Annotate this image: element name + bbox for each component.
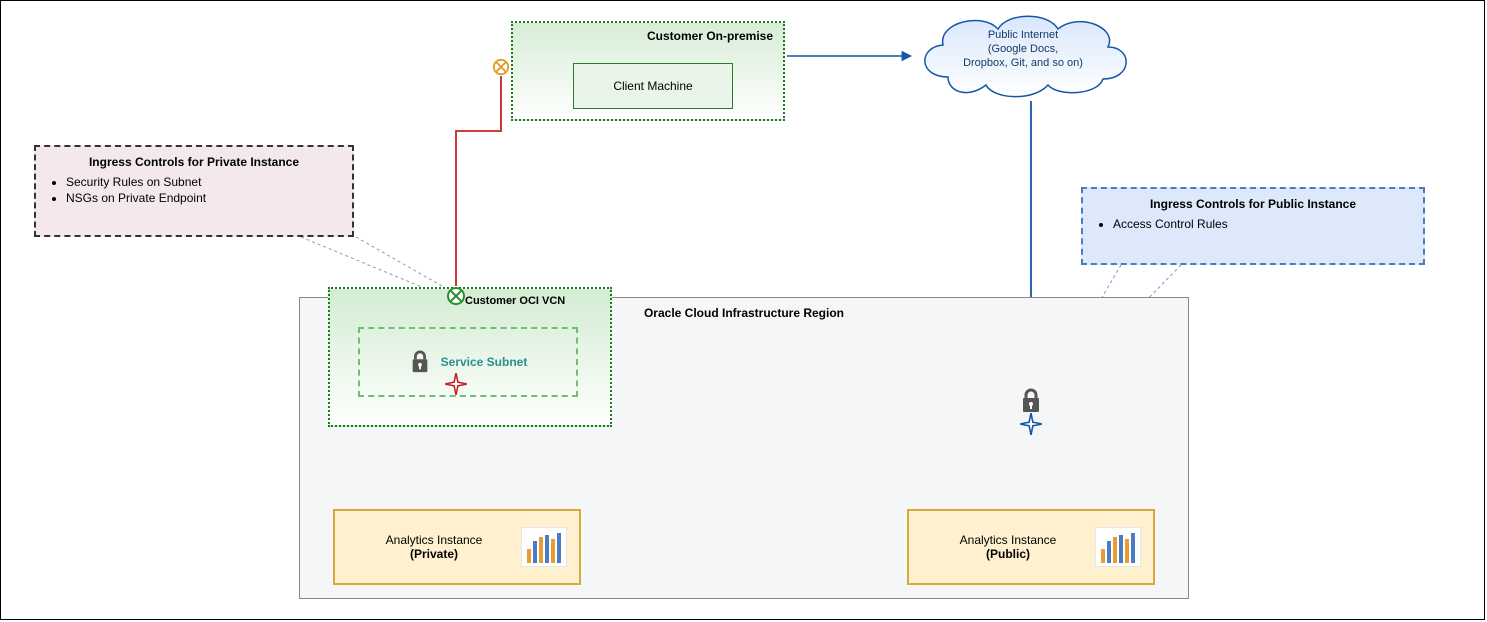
cloud-line3: Dropbox, Git, and so on) <box>908 57 1138 71</box>
customer-vcn-box: Customer OCI VCN Service Subnet <box>328 287 612 427</box>
client-machine-box: Client Machine <box>573 63 733 109</box>
client-machine-label: Client Machine <box>613 79 692 93</box>
public-internet-cloud: Public Internet (Google Docs, Dropbox, G… <box>908 7 1138 102</box>
ingress-public-item1: Access Control Rules <box>1113 217 1411 231</box>
public-lock-icon <box>1019 387 1043 415</box>
customer-on-premise-title: Customer On-premise <box>513 29 773 43</box>
security-rule-node-icon <box>446 286 466 306</box>
analytics-private-line2: (Private) <box>347 547 521 561</box>
public-ingress-star-icon <box>1020 413 1042 435</box>
ingress-private-title: Ingress Controls for Private Instance <box>48 155 340 169</box>
line-private-upper <box>456 76 501 286</box>
analytics-private-card: Analytics Instance (Private) <box>333 509 581 585</box>
analytics-public-line2: (Public) <box>921 547 1095 561</box>
customer-vcn-title: Customer OCI VCN <box>465 295 565 307</box>
customer-on-premise-box: Customer On-premise Client Machine <box>511 21 785 121</box>
ingress-private-item2: NSGs on Private Endpoint <box>66 191 340 205</box>
private-ingress-star-icon <box>445 373 467 395</box>
ingress-private-box: Ingress Controls for Private Instance Se… <box>34 145 354 237</box>
service-subnet-box: Service Subnet <box>358 327 578 397</box>
lock-icon <box>409 349 431 375</box>
analytics-public-card: Analytics Instance (Public) <box>907 509 1155 585</box>
cloud-line1: Public Internet <box>908 29 1138 43</box>
service-subnet-label: Service Subnet <box>441 355 528 369</box>
bar-chart-icon <box>521 527 567 567</box>
analytics-public-line1: Analytics Instance <box>921 533 1095 547</box>
ingress-public-box: Ingress Controls for Public Instance Acc… <box>1081 187 1425 265</box>
junction-icon <box>492 58 510 76</box>
analytics-private-line1: Analytics Instance <box>347 533 521 547</box>
bar-chart-icon <box>1095 527 1141 567</box>
ingress-private-item1: Security Rules on Subnet <box>66 175 340 189</box>
ingress-public-title: Ingress Controls for Public Instance <box>1095 197 1411 211</box>
cloud-line2: (Google Docs, <box>908 43 1138 57</box>
